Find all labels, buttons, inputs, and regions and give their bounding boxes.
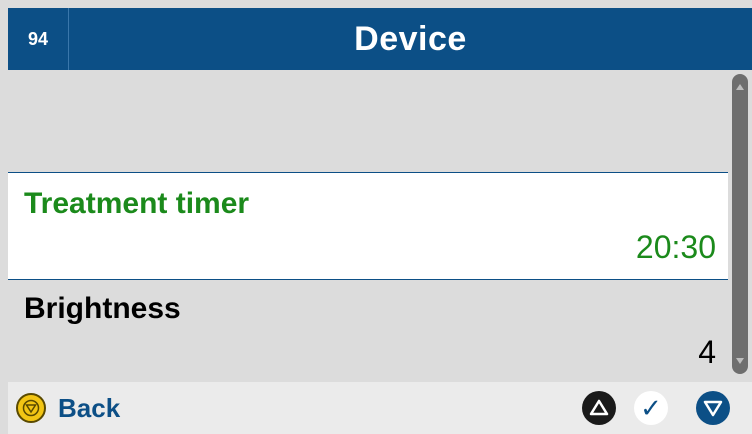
down-button[interactable]	[696, 391, 730, 425]
screen-number: 94	[8, 8, 69, 70]
back-circle-icon	[16, 393, 46, 423]
triangle-up-icon	[589, 399, 609, 416]
scrollbar[interactable]	[732, 74, 748, 374]
settings-list: Treatment timer 20:30 Brightness 4	[8, 70, 728, 380]
list-item-value: 20:30	[635, 229, 716, 265]
list-item-treatment-timer[interactable]: Treatment timer 20:30	[8, 172, 728, 280]
list-item-label: Treatment timer	[24, 187, 250, 220]
list-item-label: Brightness	[24, 292, 181, 325]
footer-bar: Back ✓	[8, 382, 752, 434]
list-item-empty	[8, 70, 728, 172]
back-button[interactable]: Back	[16, 390, 120, 426]
confirm-button[interactable]: ✓	[634, 391, 668, 425]
page-title: Device	[354, 19, 467, 58]
header-bar: 94 Device	[8, 8, 752, 70]
scroll-up-arrow-icon	[736, 84, 744, 90]
device-screen: 94 Device Treatment timer 20:30 Brightne…	[0, 0, 752, 434]
up-button[interactable]	[582, 391, 616, 425]
triangle-down-icon	[703, 400, 723, 417]
list-item-value: 4	[698, 334, 716, 370]
scroll-down-arrow-icon	[736, 358, 744, 364]
checkmark-icon: ✓	[640, 392, 662, 423]
list-item-brightness[interactable]: Brightness 4	[8, 280, 728, 380]
back-label: Back	[58, 392, 121, 423]
